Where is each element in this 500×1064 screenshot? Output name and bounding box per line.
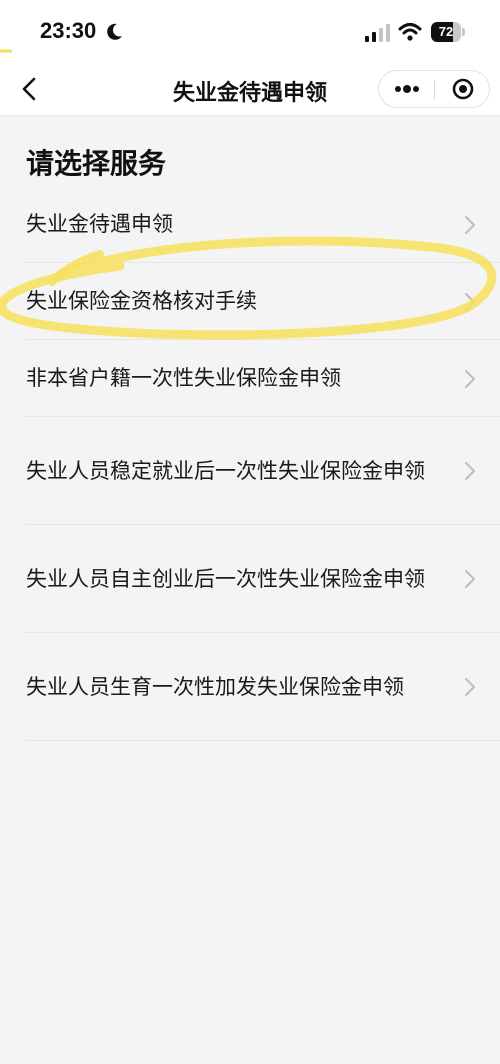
close-button[interactable]	[435, 71, 490, 107]
page-title: 失业金待遇申领	[172, 81, 327, 106]
divider	[26, 740, 500, 741]
service-item-non-provincial-lump-sum[interactable]: 非本省户籍一次性失业保险金申领	[0, 340, 500, 417]
chevron-right-icon	[465, 570, 475, 588]
target-circle-icon	[452, 78, 474, 100]
chevron-right-icon	[465, 462, 475, 480]
moon-icon	[107, 23, 122, 40]
highlight-annotation-tick	[0, 49, 12, 53]
more-dots-icon	[395, 85, 419, 93]
status-time: 23:30	[40, 18, 97, 43]
service-list: 失业金待遇申领 失业保险金资格核对手续 非本省户籍一次性失业保险金申领 失业人员…	[0, 186, 500, 741]
service-item-label: 失业人员稳定就业后一次性失业保险金申领	[26, 458, 425, 483]
service-item-label: 非本省户籍一次性失业保险金申领	[26, 366, 341, 390]
more-button[interactable]	[379, 71, 434, 107]
service-item-stable-employment-lump-sum[interactable]: 失业人员稳定就业后一次性失业保险金申领	[0, 417, 500, 525]
chevron-right-icon	[465, 292, 475, 311]
status-bar: 23:30 72	[0, 0, 500, 62]
service-item-label: 失业人员生育一次性加发失业保险金申领	[26, 674, 404, 699]
service-item-eligibility-verification[interactable]: 失业保险金资格核对手续	[0, 263, 500, 340]
mini-program-capsule	[378, 70, 490, 108]
battery-level-text: 72	[438, 24, 454, 39]
chevron-right-icon	[465, 215, 475, 234]
back-button[interactable]	[14, 72, 48, 106]
signal-icon	[365, 24, 390, 42]
service-item-self-employment-lump-sum[interactable]: 失业人员自主创业后一次性失业保险金申领	[0, 525, 500, 633]
chevron-left-icon	[22, 77, 36, 101]
nav-bar: 失业金待遇申领	[0, 62, 500, 116]
service-item-label: 失业人员自主创业后一次性失业保险金申领	[26, 566, 425, 591]
service-item-maternity-extra-lump-sum[interactable]: 失业人员生育一次性加发失业保险金申领	[0, 633, 500, 741]
wifi-icon	[398, 23, 422, 41]
battery-icon: 72	[431, 22, 465, 42]
service-item-label: 失业保险金资格核对手续	[26, 289, 257, 313]
chevron-right-icon	[465, 678, 475, 696]
section-title: 请选择服务	[26, 147, 167, 180]
chevron-right-icon	[465, 369, 475, 388]
service-item-label: 失业金待遇申领	[26, 212, 173, 236]
service-item-unemployment-benefit-claim[interactable]: 失业金待遇申领	[0, 186, 500, 263]
